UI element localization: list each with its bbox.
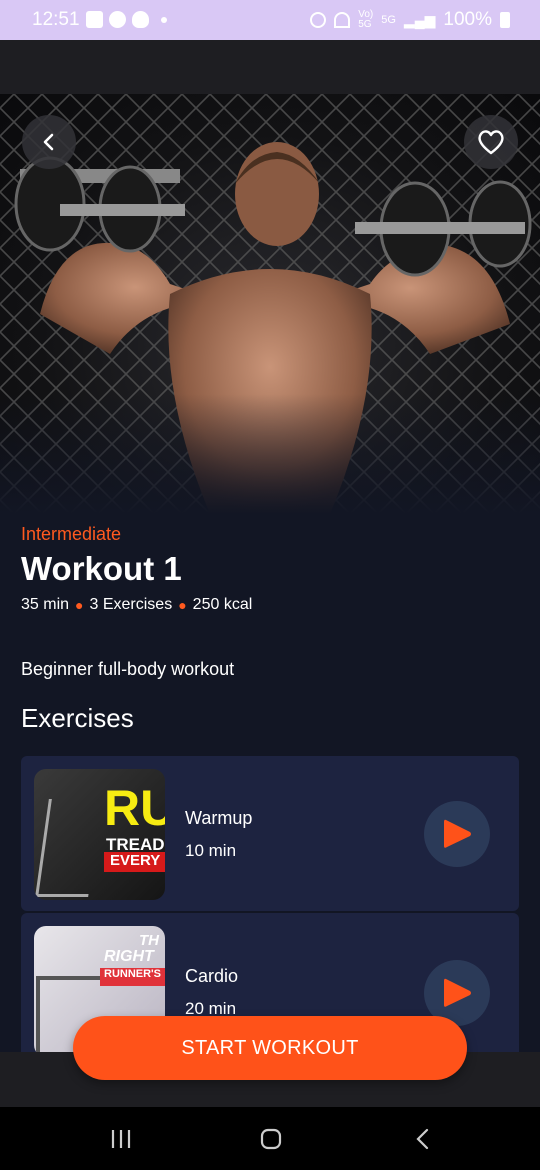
play-icon [444,978,471,1007]
thumb-text: RU [104,780,165,836]
back-button[interactable] [22,115,76,169]
battery-percent: 100% [443,9,492,30]
favorite-button[interactable] [464,115,518,169]
workout-calories: 250 kcal [192,596,253,613]
status-time: 12:51 [32,9,80,30]
alarm-icon [310,12,327,28]
exercise-name: Cardio [185,966,239,986]
thumb-text: RIGHT [104,948,154,965]
hero-fade [0,394,540,514]
more-notifications-icon [161,16,167,23]
status-bar: 12:51 Vo) 5G 5G ▂▄▆ 100% [0,0,540,40]
workout-meta: 35 min ● 3 Exercises ● 250 kcal [21,596,252,614]
exercise-card-warmup[interactable]: RU TREADM EVERY Warmup 10 min [21,756,519,911]
exercise-thumbnail: RU TREADM EVERY [34,769,165,900]
back-arrow-icon [416,1128,429,1150]
workout-description: Beginner full-body workout [21,659,235,679]
workout-exercise-count: 3 Exercises [89,596,173,613]
thumb-text: RUNNER'S [100,968,165,986]
battery-icon [500,12,510,28]
hotspot-icon [334,12,351,28]
system-navigation-bar [0,1107,540,1170]
notification-icons [86,11,167,28]
start-workout-button[interactable]: START WORKOUT [73,1016,467,1080]
workout-level: Intermediate [21,524,122,544]
heart-icon [478,130,504,155]
thumb-text: TH [139,932,159,949]
exercises-heading: Exercises [21,703,134,733]
whatsapp-icon [109,11,126,28]
chevron-left-icon [43,133,54,151]
recent-apps-button[interactable] [106,1125,136,1153]
app-top-strip [0,40,540,94]
signal-icon: ▂▄▆ [403,11,436,28]
workout-hero-image [0,94,540,514]
separator-dot: ● [178,597,187,613]
volte-icon: Vo) 5G [358,9,374,30]
exercise-name: Warmup [185,808,253,828]
home-button[interactable] [256,1125,286,1153]
system-back-button[interactable] [408,1125,438,1153]
reddit-icon [132,11,149,28]
thumb-text: EVERY [104,852,165,872]
separator-dot: ● [75,597,84,613]
gallery-icon [86,11,103,28]
recents-icon [111,1130,131,1148]
play-exercise-button[interactable] [424,801,490,867]
workout-title: Workout 1 [21,550,182,587]
play-icon [444,819,471,848]
network-type: 5G [381,14,396,26]
home-icon [260,1128,282,1150]
treadmill-shape [35,799,102,897]
system-icons: Vo) 5G 5G ▂▄▆ 100% [310,9,510,31]
workout-duration: 35 min [21,596,70,613]
exercise-duration: 10 min [185,841,237,860]
